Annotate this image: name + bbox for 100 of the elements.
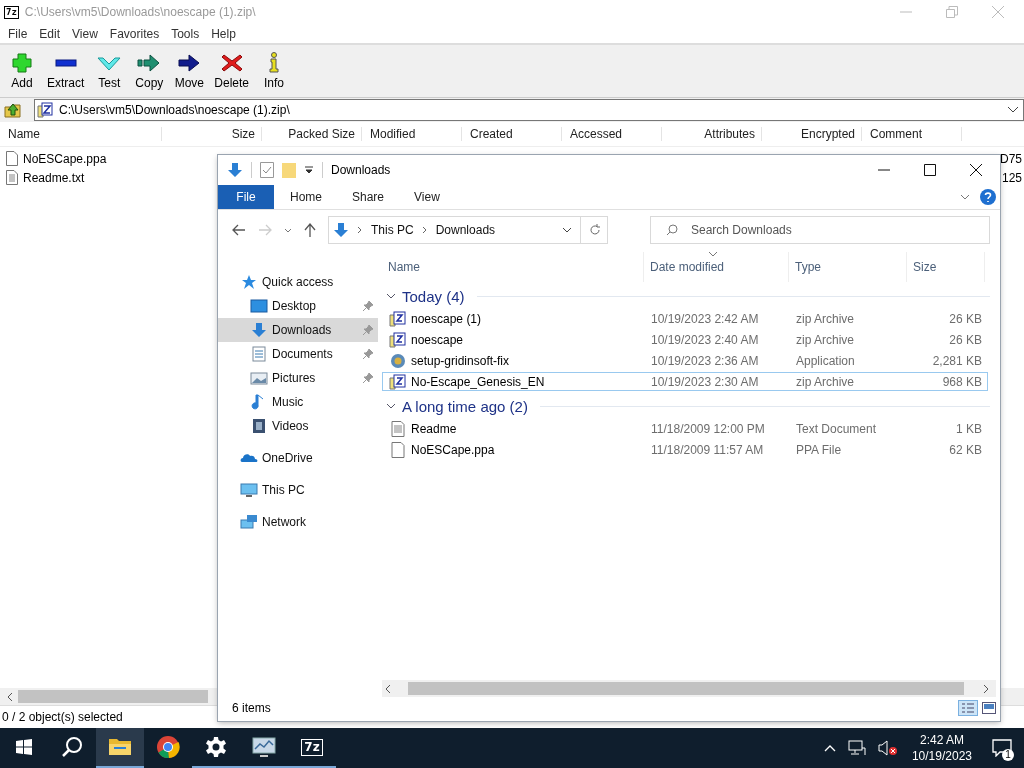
file-row[interactable]: setup-gridinsoft-fix 10/19/2023 2:36 AM Application 2,281 KB	[382, 351, 988, 370]
message-icon	[992, 739, 1012, 757]
maximize-button[interactable]	[924, 164, 936, 176]
nav-item[interactable]: Desktop	[218, 294, 378, 318]
column-header[interactable]: Name	[382, 252, 644, 282]
menu-item[interactable]: Tools	[165, 26, 206, 41]
expand-ribbon-icon[interactable]	[960, 194, 970, 200]
close-button[interactable]	[970, 164, 982, 176]
table-cell: 125	[1001, 170, 1022, 185]
file-row[interactable]: No-Escape_Genesis_EN 10/19/2023 2:30 AM zip Archive 968 KB	[382, 372, 988, 391]
breadcrumb-item[interactable]: This PC	[371, 223, 414, 237]
nav-item[interactable]: Pictures	[218, 366, 378, 390]
nav-item[interactable]: OneDrive	[218, 446, 378, 470]
plus-icon	[9, 52, 35, 74]
menu-item[interactable]: Favorites	[103, 26, 166, 41]
scrollbar-thumb[interactable]	[18, 690, 208, 703]
ribbon-tab[interactable]: Share	[338, 185, 399, 209]
ribbon-tab[interactable]: File	[218, 185, 274, 209]
download-icon	[333, 222, 349, 238]
toolbar-button[interactable]: Test	[91, 50, 128, 92]
file-row[interactable]: Readme 11/18/2009 12:00 PM Text Document 1 KB	[382, 419, 988, 438]
thumbnails-view-icon[interactable]	[982, 702, 996, 714]
recent-dropdown-icon[interactable]	[284, 227, 292, 233]
text-file-icon	[6, 170, 18, 185]
network-icon[interactable]	[847, 740, 866, 756]
breadcrumb-item[interactable]: Downloads	[435, 223, 496, 237]
up-icon[interactable]	[304, 223, 316, 237]
properties-icon[interactable]	[260, 162, 274, 178]
back-icon[interactable]	[232, 224, 246, 236]
nav-item[interactable]: Videos	[218, 414, 378, 438]
column-header[interactable]: Size	[907, 252, 985, 282]
scroll-left-icon[interactable]	[6, 691, 14, 702]
column-header[interactable]: Comment	[862, 127, 962, 141]
archive-icon	[389, 331, 407, 348]
column-header[interactable]: Size	[162, 127, 262, 141]
toolbar-button[interactable]: Extract	[44, 50, 88, 92]
file-row[interactable]: noescape 10/19/2023 2:40 AM zip Archive 26 KB	[382, 330, 988, 349]
toolbar-button[interactable]: Copy	[131, 50, 168, 92]
toolbar-button[interactable]: Delete	[211, 50, 253, 92]
help-icon[interactable]	[980, 189, 996, 205]
menu-item[interactable]: View	[66, 26, 104, 41]
menu-item[interactable]: File	[2, 26, 34, 41]
document-icon	[250, 346, 268, 362]
customize-icon[interactable]	[304, 165, 314, 175]
up-folder-icon[interactable]	[4, 101, 22, 119]
menu-item[interactable]: Help	[205, 26, 242, 41]
window-title: Downloads	[331, 163, 391, 177]
toolbar-button[interactable]: Add	[4, 50, 40, 92]
column-header[interactable]: Name	[0, 127, 162, 141]
column-header[interactable]: Attributes	[662, 127, 762, 141]
dropdown-icon[interactable]	[562, 227, 572, 233]
nav-item[interactable]: Downloads	[218, 318, 378, 342]
file-icon	[6, 151, 18, 166]
show-hidden-icons-icon[interactable]	[823, 744, 836, 752]
taskbar-button[interactable]	[96, 728, 144, 768]
pin-icon[interactable]	[362, 348, 374, 360]
file-row[interactable]: noescape (1) 10/19/2023 2:42 AM zip Archive 26 KB	[382, 309, 988, 328]
download-icon[interactable]	[227, 162, 243, 178]
toolbar-button[interactable]: Info	[256, 50, 293, 92]
pin-icon[interactable]	[362, 372, 374, 384]
archive-icon	[389, 310, 407, 327]
nav-item[interactable]: Music	[218, 390, 378, 414]
column-header[interactable]: Encrypted	[762, 127, 862, 141]
column-header[interactable]: Accessed	[562, 127, 662, 141]
menu-item[interactable]: Edit	[33, 26, 67, 41]
scrollbar-thumb[interactable]	[408, 682, 964, 695]
monitor-icon	[251, 736, 277, 758]
column-header[interactable]: Date modified	[644, 252, 789, 282]
file-name[interactable]: NoESCape.ppa	[23, 151, 107, 166]
desktop-icon	[250, 298, 268, 314]
star-icon	[240, 274, 258, 290]
refresh-icon[interactable]	[589, 224, 601, 236]
file-name[interactable]: Readme.txt	[23, 170, 85, 185]
pin-icon[interactable]	[362, 300, 374, 312]
group-header[interactable]: Today (4)	[382, 284, 1000, 308]
file-row[interactable]: NoESCape.ppa 11/18/2009 11:57 AM PPA File 62 KB	[382, 440, 988, 459]
notifications-button[interactable]: 1	[980, 728, 1024, 768]
scroll-right-icon[interactable]	[982, 683, 990, 694]
clock[interactable]: 2:42 AM 10/19/2023	[903, 732, 980, 764]
nav-item[interactable]: Quick access	[218, 270, 378, 294]
column-header[interactable]: Type	[789, 252, 907, 282]
search-field[interactable]: Search Downloads	[650, 216, 990, 244]
scroll-left-icon[interactable]	[384, 683, 392, 694]
download-icon	[250, 322, 268, 338]
taskbar-button[interactable]: 7z	[288, 728, 336, 768]
path-field[interactable]: C:\Users\vm5\Downloads\noescape (1).zip\	[34, 99, 1024, 121]
column-header[interactable]: Created	[462, 127, 562, 141]
volume-muted-icon[interactable]	[877, 740, 898, 756]
chevron-right-icon[interactable]	[357, 226, 363, 234]
group-header[interactable]: A long time ago (2)	[382, 394, 1000, 418]
nav-item[interactable]: Network	[218, 510, 378, 534]
ribbon-tab[interactable]: View	[400, 185, 454, 209]
toolbar-button[interactable]: Move	[171, 50, 208, 92]
dropdown-icon[interactable]	[1007, 106, 1019, 114]
column-header[interactable]: Modified	[362, 127, 462, 141]
nav-item[interactable]: Documents	[218, 342, 378, 366]
chevron-right-icon[interactable]	[421, 226, 428, 234]
nav-item[interactable]: This PC	[218, 478, 378, 502]
ribbon-tab[interactable]: Home	[276, 185, 336, 209]
column-header[interactable]: Packed Size	[262, 127, 362, 141]
